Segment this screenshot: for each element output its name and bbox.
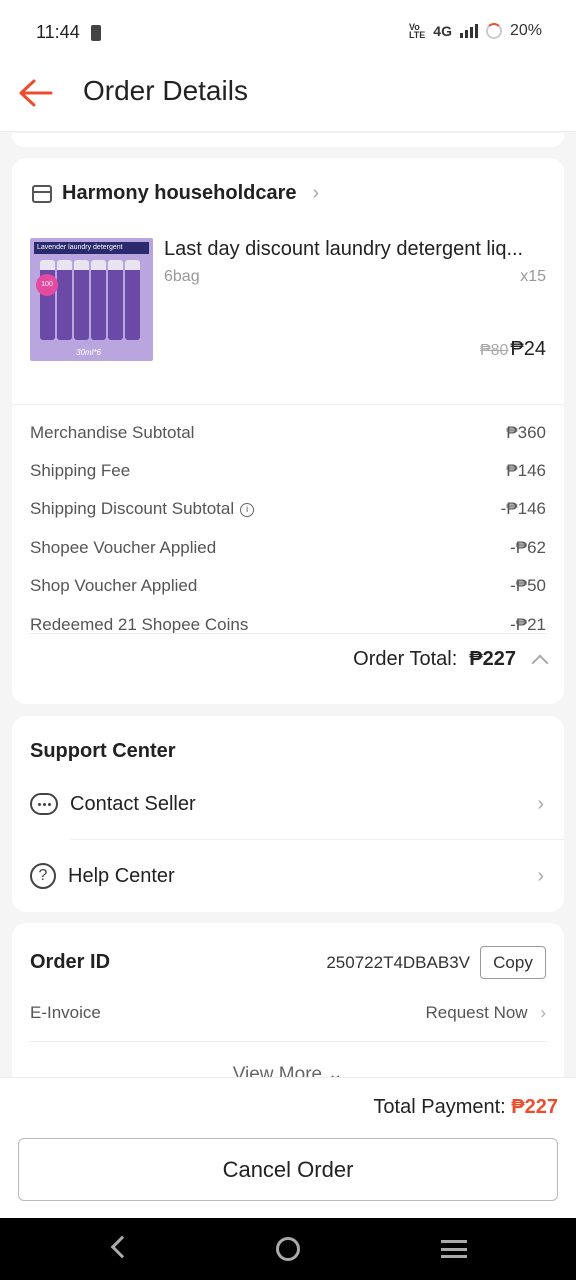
status-indicators: Vo LTE 4G 20% (409, 22, 542, 40)
summary-value: ₱360 (506, 423, 546, 442)
nav-home-icon[interactable] (276, 1237, 300, 1261)
summary-value: -₱62 (510, 538, 546, 557)
summary-row: Shopee Voucher Applied -₱62 (30, 538, 546, 558)
battery-ring-icon (485, 23, 502, 39)
divider (28, 1041, 548, 1042)
summary-label-with-info: Shipping Discount Subtotal i (30, 499, 255, 519)
shop-order-card: Harmony householdcare › Lavender laundry… (12, 158, 564, 704)
summary-row: Shop Voucher Applied -₱50 (30, 576, 546, 596)
order-total-label: Order Total: (353, 648, 458, 670)
chevron-right-icon: › (537, 792, 544, 815)
summary-label: Shop Voucher Applied (30, 576, 198, 595)
request-einvoice-link[interactable]: Request Now › (426, 1003, 546, 1023)
product-image-caption: 30ml*6 (76, 348, 101, 357)
product-image[interactable]: Lavender laundry detergent 100 30ml*6 (30, 238, 153, 361)
summary-label: Redeemed 21 Shopee Coins (30, 615, 249, 634)
total-payment-label: Total Payment: (373, 1096, 506, 1118)
system-navigation-bar (0, 1218, 576, 1280)
signal-icon (459, 24, 478, 38)
contact-seller-label: Contact Seller (70, 792, 196, 815)
support-center-title: Support Center (30, 740, 176, 762)
app-header: Order Details (0, 66, 576, 132)
help-center-label: Help Center (68, 864, 175, 887)
original-price: ₱80 (479, 342, 509, 359)
summary-value: -₱21 (510, 615, 546, 634)
summary-row: Redeemed 21 Shopee Coins -₱21 (30, 615, 546, 635)
network-type: 4G (433, 23, 452, 39)
info-icon[interactable]: i (240, 502, 255, 517)
product-variant: 6bag (164, 268, 200, 285)
status-bar: 11:44 Vo LTE 4G 20% (0, 0, 576, 66)
order-info-card: Order ID 250722T4DBAB3V Copy E-Invoice R… (12, 923, 564, 1077)
contact-seller-row[interactable]: Contact Seller › (30, 784, 546, 824)
help-center-row[interactable]: ? Help Center › (30, 856, 546, 896)
einvoice-label: E-Invoice (30, 1003, 101, 1022)
battery-level: 20% (509, 22, 542, 39)
product-bottles (40, 260, 140, 340)
summary-value: -₱146 (500, 499, 546, 518)
product-quantity: x15 (520, 268, 546, 285)
divider (70, 839, 564, 840)
copy-order-id-button[interactable]: Copy (480, 946, 546, 979)
order-id-value: 250722T4DBAB3V (326, 953, 470, 972)
summary-value: ₱146 (506, 461, 546, 480)
chevron-right-icon: › (312, 182, 320, 204)
product-title[interactable]: Last day discount laundry detergent liq.… (164, 238, 549, 261)
chat-icon (30, 793, 58, 815)
chevron-right-icon: › (537, 864, 544, 887)
help-icon: ? (30, 863, 56, 889)
summary-label: Shipping Discount Subtotal (30, 499, 235, 518)
product-image-banner: Lavender laundry detergent (34, 242, 149, 254)
chevron-right-icon: › (540, 1003, 546, 1022)
summary-row: Shipping Discount Subtotal i -₱146 (30, 499, 546, 519)
summary-value: -₱50 (510, 576, 546, 595)
view-more-label: View More (232, 1064, 323, 1077)
summary-label: Merchandise Subtotal (30, 423, 195, 442)
nav-menu-icon[interactable] (441, 1240, 467, 1258)
order-total-toggle[interactable]: Order Total: ₱227 (353, 648, 549, 671)
summary-label: Shipping Fee (30, 461, 131, 480)
divider (28, 633, 548, 634)
shop-name: Harmony householdcare (62, 182, 297, 204)
summary-label: Shopee Voucher Applied (30, 538, 217, 557)
summary-row: Shipping Fee ₱146 (30, 461, 546, 481)
nav-back-icon[interactable] (110, 1235, 134, 1259)
page-title: Order Details (83, 75, 248, 106)
cancel-order-button[interactable]: Cancel Order (18, 1138, 558, 1201)
shop-link[interactable]: Harmony householdcare › (32, 182, 319, 205)
support-center-card: Support Center Contact Seller › ? Help C… (12, 716, 564, 912)
volte-icon: Vo LTE (408, 22, 426, 40)
order-details-content[interactable]: Harmony householdcare › Lavender laundry… (0, 133, 576, 1077)
view-more-toggle[interactable]: View More ⌄ (12, 1063, 564, 1077)
chevron-up-icon (531, 654, 549, 671)
summary-row: Merchandise Subtotal ₱360 (30, 423, 546, 443)
status-time: 11:44 (36, 22, 80, 42)
previous-card-edge (12, 133, 564, 147)
shop-icon (32, 184, 52, 203)
back-arrow-icon[interactable] (18, 78, 54, 108)
divider (12, 404, 564, 405)
bottom-action-bar: Total Payment: ₱227 Cancel Order (0, 1077, 576, 1218)
product-price: ₱80 ₱24 (480, 338, 546, 361)
order-total-amount: ₱227 (469, 648, 516, 670)
chevron-down-icon: ⌄ (327, 1064, 344, 1077)
order-id-label: Order ID (30, 951, 111, 973)
request-einvoice-label: Request Now (425, 1003, 528, 1022)
total-payment-amount: ₱227 (511, 1096, 558, 1118)
product-image-badge: 100 (36, 274, 58, 296)
total-payment: Total Payment: ₱227 (373, 1096, 558, 1119)
battery-saver-icon (91, 25, 101, 41)
discounted-price: ₱24 (510, 338, 546, 360)
